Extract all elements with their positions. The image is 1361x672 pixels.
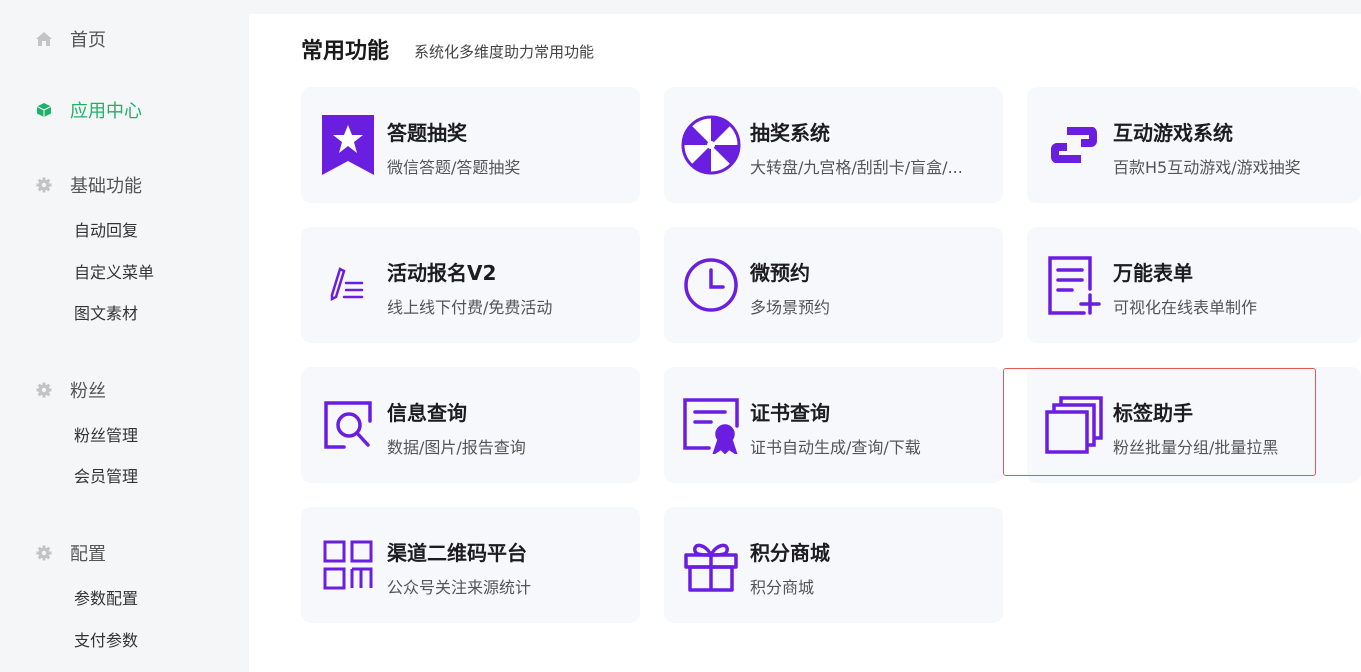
sidebar-item-pay-param[interactable]: 支付参数	[74, 629, 138, 653]
card-desc: 公众号关注来源统计	[387, 578, 532, 597]
app-card-tag-assistant[interactable]: 标签助手 粉丝批量分组/批量拉黑	[1027, 367, 1361, 483]
clock-icon	[680, 254, 742, 316]
card-desc: 多场景预约	[750, 298, 831, 317]
cube-icon	[36, 102, 52, 118]
card-title: 证书查询	[750, 401, 830, 425]
pen-list-icon	[317, 254, 379, 316]
stack-icon	[1043, 394, 1105, 456]
card-title: 答题抽奖	[387, 121, 467, 145]
card-title: 互动游戏系统	[1113, 121, 1233, 145]
app-card-appointment[interactable]: 微预约 多场景预约	[664, 227, 1003, 343]
card-desc: 证书自动生成/查询/下载	[750, 438, 921, 457]
gear-icon	[36, 545, 52, 561]
card-desc: 线上线下付费/免费活动	[387, 298, 553, 317]
card-title: 积分商城	[750, 541, 830, 565]
sidebar-item-media[interactable]: 图文素材	[74, 302, 138, 326]
app-card-certificate-query[interactable]: 证书查询 证书自动生成/查询/下载	[664, 367, 1003, 483]
card-desc: 微信答题/答题抽奖	[387, 158, 521, 177]
nav-app-center[interactable]: 应用中心	[0, 92, 249, 128]
app-card-interactive-games[interactable]: 互动游戏系统 百款H5互动游戏/游戏抽奖	[1027, 87, 1361, 203]
nav-fans[interactable]: 粉丝	[0, 372, 249, 408]
card-title: 信息查询	[387, 401, 467, 425]
nav-basic[interactable]: 基础功能	[0, 167, 249, 203]
search-doc-icon	[317, 394, 379, 456]
wheel-icon	[680, 114, 742, 176]
app-card-info-query[interactable]: 信息查询 数据/图片/报告查询	[301, 367, 640, 483]
card-desc: 大转盘/九宫格/刮刮卡/盲盒/...	[750, 158, 963, 177]
card-title: 标签助手	[1113, 401, 1193, 425]
qr-grid-icon	[317, 534, 379, 596]
section-title: 常用功能	[301, 39, 390, 64]
app-card-points-mall[interactable]: 积分商城 积分商城	[664, 507, 1003, 623]
card-title: 万能表单	[1113, 261, 1193, 285]
nav-basic-label: 基础功能	[70, 176, 142, 197]
gift-icon	[680, 534, 742, 596]
card-title: 抽奖系统	[750, 121, 830, 145]
card-desc: 积分商城	[750, 578, 815, 597]
card-title: 微预约	[750, 261, 810, 285]
sidebar-item-auto-reply[interactable]: 自动回复	[74, 219, 138, 243]
nav-config[interactable]: 配置	[0, 535, 249, 571]
nav-config-label: 配置	[70, 544, 106, 565]
sidebar: 首页 应用中心 基础功能 自动回复 自定义菜单 图文素材 粉丝 粉丝管理 会员管…	[0, 0, 249, 672]
app-card-quiz-lottery[interactable]: 答题抽奖 微信答题/答题抽奖	[301, 87, 640, 203]
sidebar-item-param-config[interactable]: 参数配置	[74, 587, 138, 611]
sidebar-item-custom-menu[interactable]: 自定义菜单	[74, 261, 154, 285]
app-card-lottery-system[interactable]: 抽奖系统 大转盘/九宫格/刮刮卡/盲盒/...	[664, 87, 1003, 203]
nav-app-center-label: 应用中心	[70, 101, 142, 122]
nav-home[interactable]: 首页	[0, 21, 249, 57]
card-desc: 数据/图片/报告查询	[387, 438, 526, 457]
app-card-event-signup[interactable]: 活动报名V2 线上线下付费/免费活动	[301, 227, 640, 343]
sidebar-item-member-manage[interactable]: 会员管理	[74, 465, 138, 489]
card-desc: 粉丝批量分组/批量拉黑	[1113, 438, 1279, 457]
card-desc: 可视化在线表单制作	[1113, 298, 1258, 317]
app-card-universal-form[interactable]: 万能表单 可视化在线表单制作	[1027, 227, 1361, 343]
card-title: 渠道二维码平台	[387, 541, 527, 565]
nav-home-label: 首页	[70, 30, 106, 51]
sidebar-item-fans-manage[interactable]: 粉丝管理	[74, 424, 138, 448]
card-desc: 百款H5互动游戏/游戏抽奖	[1113, 158, 1301, 177]
app-card-channel-qrcode[interactable]: 渠道二维码平台 公众号关注来源统计	[301, 507, 640, 623]
nav-fans-label: 粉丝	[70, 381, 106, 402]
link-blocks-icon	[1043, 114, 1105, 176]
section-subtitle: 系统化多维度助力常用功能	[414, 43, 595, 61]
gear-icon	[36, 382, 52, 398]
home-icon	[36, 31, 52, 47]
gear-icon	[36, 177, 52, 193]
certificate-icon	[680, 394, 742, 456]
star-badge-icon	[317, 114, 379, 176]
top-strip	[249, 0, 1361, 14]
form-add-icon	[1043, 254, 1105, 316]
card-title: 活动报名V2	[387, 261, 497, 285]
